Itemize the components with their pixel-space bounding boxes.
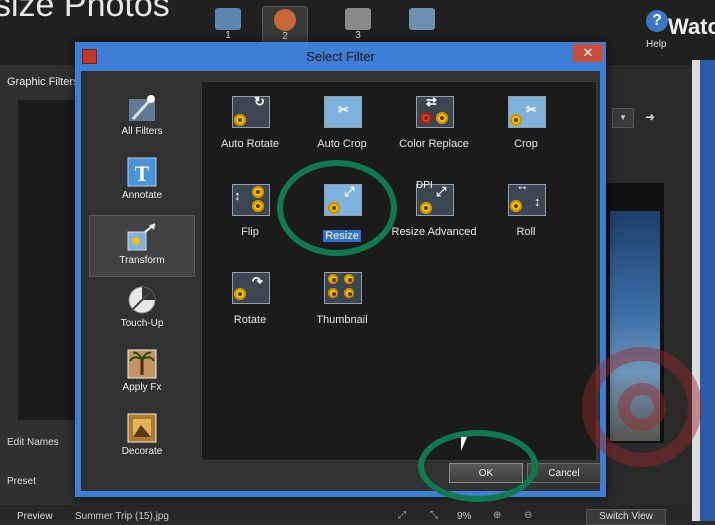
filter-auto-rotate[interactable]: ↻ Auto Rotate [204, 92, 296, 168]
file-name: Summer Trip (15).jpg [75, 511, 169, 522]
category-apply-fx[interactable]: Apply Fx [89, 343, 195, 405]
resize-advanced-icon: DPI ⤢ [412, 180, 456, 220]
filter-auto-crop[interactable]: ✂ Auto Crop [296, 92, 388, 168]
annotation-circle-resize [277, 160, 397, 256]
filter-thumbnail[interactable]: Thumbnail [296, 268, 388, 344]
thumbnail-icon [320, 268, 364, 308]
palm-tree-icon [127, 349, 157, 379]
preset-label: Preset [7, 476, 36, 487]
touch-up-icon [127, 285, 157, 315]
rotate-icon: ↷ [228, 268, 272, 308]
transform-icon [127, 222, 157, 252]
edit-names-label[interactable]: Edit Names [7, 437, 59, 448]
dialog-body: All Filters T Annotate Transform Touch-U… [81, 71, 702, 491]
app-title: size Photos [0, 0, 170, 24]
category-label: Decorate [121, 446, 163, 457]
graphic-filters-label: Graphic Filters [7, 76, 79, 88]
auto-crop-icon: ✂ [320, 92, 364, 132]
filter-label: Color Replace [399, 138, 469, 150]
annotation-circle-ok [418, 430, 538, 502]
category-label: All Filters [121, 126, 163, 137]
mouse-cursor-icon [461, 437, 467, 451]
category-list: All Filters T Annotate Transform Touch-U… [89, 79, 195, 475]
cancel-button[interactable]: Cancel [527, 463, 601, 483]
help-label[interactable]: Help [646, 39, 667, 50]
select-filter-dialog: Select Filter ✕ All Filters T Annotate T… [75, 42, 702, 497]
filter-roll[interactable]: ↔ ↕ Roll [480, 178, 572, 256]
category-all-filters[interactable]: All Filters [89, 87, 195, 149]
divider [692, 60, 700, 521]
filter-label: Thumbnail [316, 314, 368, 326]
dropdown[interactable]: ▼ [612, 108, 634, 128]
preview-label: Preview [17, 511, 53, 522]
step-number: 1 [225, 30, 231, 41]
framed-picture-icon [127, 413, 157, 443]
dialog-title-bar[interactable]: Select Filter ✕ [75, 42, 606, 71]
svg-text:T: T [135, 161, 150, 186]
filter-label: Auto Rotate [220, 138, 280, 150]
magic-wand-icon [127, 93, 157, 123]
crop-icon: ✂ [504, 92, 548, 132]
zoom-level: 9% [457, 511, 472, 522]
category-touch-up[interactable]: Touch-Up [89, 279, 195, 341]
watermark-swirl [582, 347, 702, 467]
window-edge [700, 60, 715, 521]
filter-grid: ↻ Auto Rotate ✂ Auto Crop ⇄ Color Replac… [201, 81, 702, 467]
category-label: Annotate [121, 190, 163, 201]
filter-label: Rotate [233, 314, 267, 326]
color-replace-icon: ⇄ [412, 92, 456, 132]
dialog-title: Select Filter [306, 49, 375, 64]
filter-label: Resize Advanced [391, 226, 477, 238]
close-button[interactable]: ✕ [573, 44, 603, 62]
roll-icon: ↔ ↕ [504, 178, 548, 220]
preview-icon [409, 8, 435, 30]
category-transform[interactable]: Transform [89, 215, 195, 277]
watch-text: Watc [668, 14, 715, 39]
edit-photos-icon [274, 9, 296, 31]
help-icon[interactable]: ? [646, 10, 668, 32]
filter-crop[interactable]: ✂ Crop [480, 92, 572, 168]
category-label: Touch-Up [120, 318, 164, 329]
step-number: 2 [282, 31, 288, 42]
category-decorate[interactable]: Decorate [89, 407, 195, 469]
filter-color-replace[interactable]: ⇄ Color Replace [388, 92, 480, 168]
fit-icon[interactable]: ⤢ [398, 510, 408, 521]
expand-icon[interactable]: ⤡ [430, 510, 440, 521]
flip-icon: ↕ [228, 180, 272, 220]
switch-view-button[interactable]: Switch View [586, 509, 666, 525]
auto-rotate-icon: ↻ [228, 92, 272, 132]
category-label: Apply Fx [122, 382, 162, 393]
filter-list-area [18, 100, 78, 420]
step-number: 3 [355, 30, 361, 41]
add-photos-icon [215, 8, 241, 30]
zoom-in-icon[interactable]: ⊕ [493, 510, 503, 521]
camera-icon [345, 8, 371, 30]
category-annotate[interactable]: T Annotate [89, 151, 195, 213]
filter-label: Crop [514, 138, 538, 150]
filter-label: Auto Crop [317, 138, 367, 150]
zoom-out-icon[interactable]: ⊖ [524, 510, 534, 521]
category-label: Transform [119, 255, 165, 266]
filter-resize-advanced[interactable]: DPI ⤢ Resize Advanced [388, 180, 480, 256]
filter-rotate[interactable]: ↷ Rotate [204, 268, 296, 344]
text-t-icon: T [127, 157, 157, 187]
arrow-right-icon[interactable]: ➜ [645, 110, 655, 124]
filter-label: Roll [516, 226, 536, 238]
